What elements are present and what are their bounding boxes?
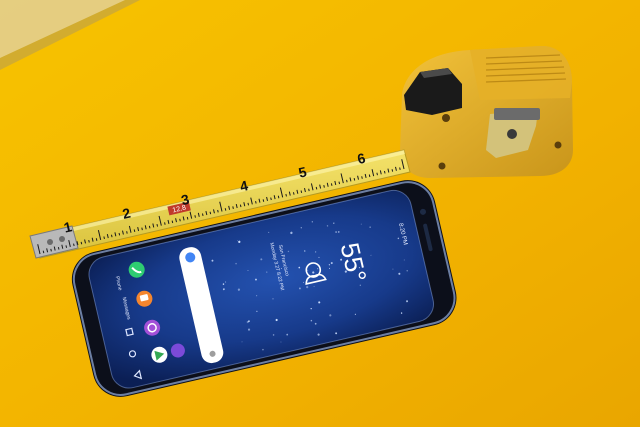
- tape-tick: [383, 170, 386, 174]
- tape-tick: [399, 167, 401, 170]
- tape-tick: [80, 241, 83, 245]
- tape-tick: [376, 172, 378, 176]
- tape-tick: [126, 231, 128, 234]
- tape-tick: [270, 197, 272, 201]
- tape-tick: [186, 216, 189, 220]
- tape-tick: [156, 224, 159, 227]
- photo-scene: 12.8 123456 Phone Messages 55° San Franc…: [0, 0, 640, 427]
- tape-tick: [194, 215, 196, 218]
- tape-tick: [323, 185, 325, 188]
- tape-tick: [148, 225, 151, 229]
- tape-tick: [133, 229, 136, 232]
- tape-tick: [118, 232, 121, 236]
- tape-tick: [73, 243, 75, 247]
- tape-tick: [179, 218, 181, 222]
- tape-tick: [110, 234, 113, 238]
- tape-tick: [292, 192, 295, 195]
- tape-tick: [262, 199, 265, 202]
- tape-tick: [255, 200, 257, 204]
- tape-tick: [277, 195, 280, 199]
- tape-tick: [141, 227, 143, 231]
- tape-tick: [42, 250, 45, 254]
- tape-tick: [88, 239, 90, 243]
- tape-tick: [57, 247, 60, 250]
- tape-tick: [103, 236, 105, 240]
- tape-tick: [330, 183, 333, 186]
- tape-tick: [368, 174, 371, 178]
- tape-tick: [232, 206, 234, 209]
- tape-tick: [285, 193, 287, 197]
- tape-measure-case: [400, 45, 573, 178]
- tape-tick: [391, 169, 394, 172]
- tape-tick: [95, 238, 98, 241]
- tape-tick: [209, 211, 212, 215]
- tape-tick: [201, 213, 204, 217]
- tape-tick: [171, 220, 174, 224]
- tape-tick: [308, 188, 310, 192]
- tape-tick: [65, 245, 68, 248]
- tape-tick: [338, 181, 341, 185]
- tape-tick: [50, 248, 52, 252]
- tape-tick: [300, 190, 303, 194]
- tape-tick: [361, 176, 363, 179]
- tape-tick: [239, 204, 242, 208]
- photo-canvas: 12.8 123456 Phone Messages 55° San Franc…: [0, 0, 640, 427]
- tape-tick: [315, 186, 318, 190]
- tape-tick: [164, 222, 166, 225]
- tape-tick: [224, 208, 227, 211]
- tape-tick: [353, 177, 356, 181]
- tape-tick: [247, 202, 250, 206]
- tape-tick: [346, 179, 348, 183]
- tape-tick: [217, 209, 219, 213]
